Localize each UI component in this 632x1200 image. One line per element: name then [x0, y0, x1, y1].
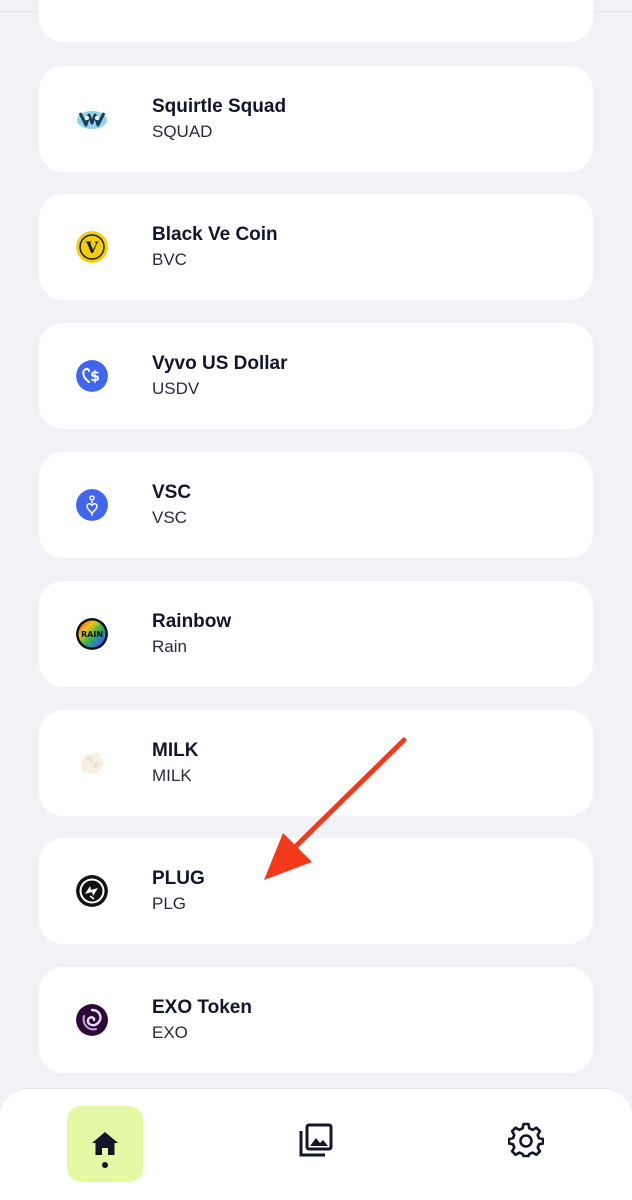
gear-icon: [508, 1122, 544, 1158]
token-card-milk[interactable]: MILK MILK: [39, 710, 593, 816]
token-name: Squirtle Squad: [152, 96, 287, 117]
squirtle-squad-icon: [76, 103, 108, 135]
token-name: EXO Token: [152, 997, 252, 1018]
nav-home-button[interactable]: [67, 1106, 143, 1182]
vsc-icon: [76, 489, 108, 521]
bottom-navigation: [0, 1088, 632, 1200]
exo-token-icon: [76, 1004, 108, 1036]
token-symbol: SQUAD: [152, 122, 213, 141]
token-card-partial[interactable]: [39, 0, 593, 42]
home-icon: [92, 1132, 118, 1155]
token-symbol: BVC: [152, 250, 187, 269]
token-card-bvc[interactable]: V Black Ve Coin BVC: [39, 194, 593, 300]
token-card-exo[interactable]: EXO Token EXO: [39, 967, 593, 1073]
gallery-icon: [299, 1123, 333, 1157]
token-card-rain[interactable]: RAIN Rainbow Rain: [39, 581, 593, 687]
token-name: Black Ve Coin: [152, 224, 278, 245]
token-symbol: VSC: [152, 508, 187, 527]
vyvo-dollar-glyph: $: [90, 369, 100, 385]
token-card-vsc[interactable]: VSC VSC: [39, 452, 593, 558]
milk-icon: [76, 747, 108, 779]
rainbow-icon-text: RAIN: [81, 630, 103, 639]
token-name: Rainbow: [152, 611, 232, 632]
active-indicator-dot: [102, 1162, 108, 1168]
token-symbol: MILK: [152, 766, 192, 785]
token-card-plug[interactable]: PLUG PLG: [39, 838, 593, 944]
token-name: MILK: [152, 740, 199, 761]
token-card-squad[interactable]: Squirtle Squad SQUAD: [39, 66, 593, 172]
nav-gallery-button[interactable]: [278, 1102, 354, 1178]
token-name: Vyvo US Dollar: [152, 353, 288, 374]
nav-settings-button[interactable]: [488, 1102, 564, 1178]
token-name: VSC: [152, 482, 192, 503]
token-symbol: PLG: [152, 894, 187, 913]
rainbow-icon: RAIN: [76, 618, 108, 650]
token-symbol: EXO: [152, 1023, 188, 1042]
plug-icon: [76, 875, 108, 907]
black-ve-coin-icon: V: [76, 231, 108, 263]
token-symbol: USDV: [152, 379, 200, 398]
black-ve-coin-glyph: V: [85, 238, 99, 257]
vyvo-us-dollar-icon: $: [76, 360, 108, 392]
token-name: PLUG: [152, 868, 205, 889]
token-card-usdv[interactable]: $ Vyvo US Dollar USDV: [39, 323, 593, 429]
token-symbol: Rain: [152, 637, 187, 656]
